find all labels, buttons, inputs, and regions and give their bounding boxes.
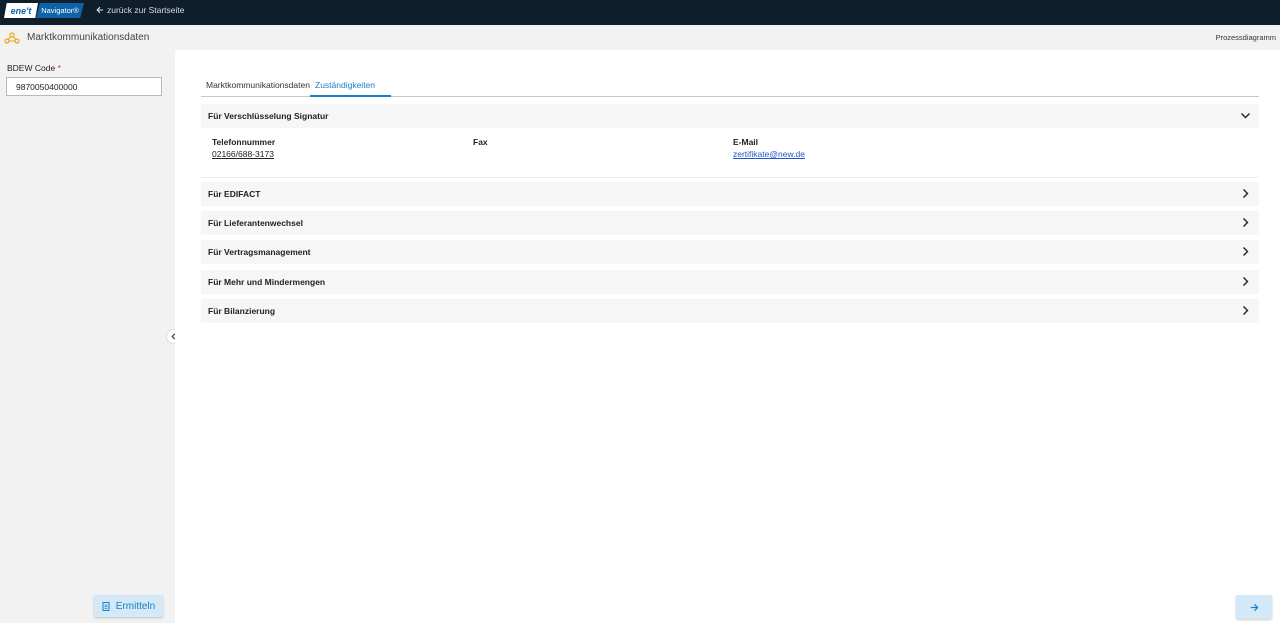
chevron-down-icon <box>1241 113 1250 119</box>
page-header: Marktkommunikationsdaten Prozessdiagramm <box>0 25 1280 50</box>
section-vertragsmanagement[interactable]: Für Vertragsmanagement <box>201 240 1259 264</box>
field-telefonnummer: Telefonnummer 02166/688-3173 <box>212 137 275 159</box>
tab-zustaendigkeiten[interactable]: Zuständigkeiten <box>310 76 391 97</box>
page-title: Marktkommunikationsdaten <box>27 32 150 43</box>
fax-label: Fax <box>473 137 488 147</box>
section-lieferantenwechsel[interactable]: Für Lieferantenwechsel <box>201 211 1259 235</box>
bdew-code-input[interactable] <box>6 77 162 96</box>
section-verschluesselung-signatur[interactable]: Für Verschlüsselung Signatur <box>201 104 1259 128</box>
chevron-right-icon <box>1243 189 1249 198</box>
network-icon <box>4 32 20 44</box>
logo-ene: ene't <box>4 3 38 18</box>
section-title: Für Lieferantenwechsel <box>208 218 303 228</box>
chevron-right-icon <box>1243 247 1249 256</box>
document-icon <box>102 601 110 611</box>
section-title: Für Verschlüsselung Signatur <box>208 111 329 121</box>
logo-navigator: Navigator® <box>36 3 84 18</box>
back-to-start-link[interactable]: zurück zur Startseite <box>96 5 184 15</box>
process-diagram-link[interactable]: Prozessdiagramm <box>1216 33 1276 42</box>
bdew-code-label-text: BDEW Code <box>7 63 56 73</box>
required-mark: * <box>57 63 61 73</box>
section-bilanzierung[interactable]: Für Bilanzierung <box>201 299 1259 323</box>
email-label: E-Mail <box>733 137 759 147</box>
chevron-right-icon <box>1243 306 1249 315</box>
section-edifact[interactable]: Für EDIFACT <box>201 182 1259 206</box>
field-fax: Fax <box>473 137 488 149</box>
tab-bar: Marktkommunikationsdaten Zuständigkeiten <box>201 76 1259 97</box>
telefonnummer-value[interactable]: 02166/688-3173 <box>212 149 275 159</box>
arrow-right-icon <box>1250 603 1258 611</box>
chevron-right-icon <box>1243 277 1249 286</box>
next-button[interactable] <box>1236 595 1272 619</box>
section-title: Für Vertragsmanagement <box>208 247 311 257</box>
section-title: Für EDIFACT <box>208 189 261 199</box>
section-title: Für Bilanzierung <box>208 306 276 316</box>
back-link-label: zurück zur Startseite <box>107 5 185 15</box>
arrow-left-icon <box>96 6 104 14</box>
sidebar: BDEW Code * Ermitteln <box>0 50 180 623</box>
tab-marktkommunikationsdaten[interactable]: Marktkommunikationsdaten <box>201 76 310 97</box>
main-content: Marktkommunikationsdaten Zuständigkeiten… <box>175 50 1280 623</box>
chevron-right-icon <box>1243 218 1249 227</box>
ermitteln-button[interactable]: Ermitteln <box>94 595 163 617</box>
section-mehr-und-mindermengen[interactable]: Für Mehr und Mindermengen <box>201 270 1259 294</box>
ermitteln-label: Ermitteln <box>115 600 156 612</box>
section-verschluesselung-body: Telefonnummer 02166/688-3173 Fax E-Mail … <box>201 128 1259 178</box>
top-bar: ene't Navigator® zurück zur Startseite <box>0 0 1280 25</box>
app-logo[interactable]: ene't Navigator® <box>4 3 84 18</box>
email-value[interactable]: zertifikate@new.de <box>733 149 805 159</box>
bdew-code-label: BDEW Code * <box>7 63 61 73</box>
telefonnummer-label: Telefonnummer <box>212 137 276 147</box>
section-title: Für Mehr und Mindermengen <box>208 277 326 287</box>
field-email: E-Mail zertifikate@new.de <box>733 137 805 159</box>
